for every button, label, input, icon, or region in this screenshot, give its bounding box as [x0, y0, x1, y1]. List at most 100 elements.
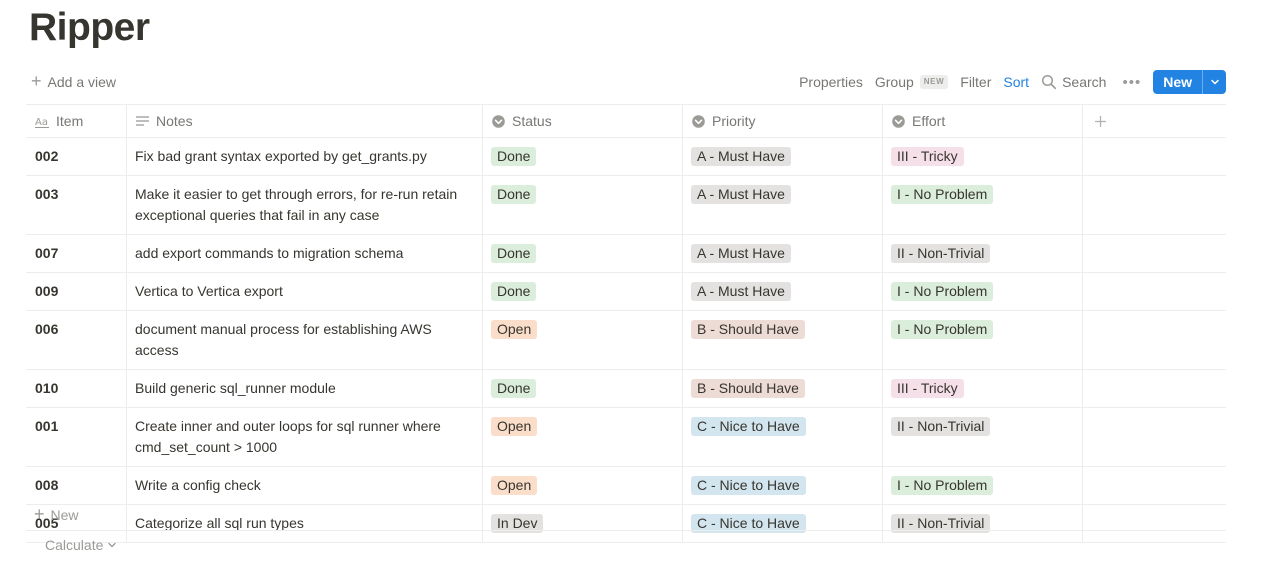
- table-row[interactable]: 001 Create inner and outer loops for sql …: [26, 408, 1226, 467]
- empty-cell: [1083, 370, 1226, 407]
- new-dropdown-button[interactable]: [1202, 70, 1226, 94]
- table-row[interactable]: 002 Fix bad grant syntax exported by get_…: [26, 138, 1226, 176]
- add-row-label: New: [50, 506, 79, 523]
- priority-tag: A - Must Have: [691, 185, 791, 204]
- column-header-label: Notes: [156, 112, 193, 129]
- effort-tag: III - Tricky: [891, 147, 964, 166]
- priority-cell[interactable]: B - Should Have: [683, 311, 883, 369]
- priority-tag: A - Must Have: [691, 282, 791, 301]
- effort-tag: I - No Problem: [891, 282, 994, 301]
- effort-tag: III - Tricky: [891, 379, 964, 398]
- status-tag: Done: [491, 244, 537, 263]
- item-text: 006: [35, 321, 59, 337]
- priority-cell[interactable]: C - Nice to Have: [683, 408, 883, 466]
- sort-button[interactable]: Sort: [997, 68, 1035, 96]
- properties-button[interactable]: Properties: [793, 68, 869, 96]
- effort-cell[interactable]: III - Tricky: [883, 370, 1083, 407]
- group-label: Group: [874, 74, 914, 90]
- notes-cell[interactable]: add export commands to migration schema: [127, 235, 483, 272]
- effort-cell[interactable]: I - No Problem: [883, 311, 1083, 369]
- status-tag: Done: [491, 185, 537, 204]
- status-cell[interactable]: Done: [483, 138, 683, 175]
- notes-text: document manual process for establishing…: [135, 321, 432, 358]
- add-view-button[interactable]: + Add a view: [26, 68, 122, 96]
- priority-cell[interactable]: B - Should Have: [683, 370, 883, 407]
- table-header: Aa Item Notes Status Priority Effort: [26, 104, 1226, 138]
- status-cell[interactable]: Done: [483, 370, 683, 407]
- filter-button[interactable]: Filter: [954, 68, 997, 96]
- new-badge: NEW: [919, 75, 949, 89]
- group-button[interactable]: Group NEW: [869, 68, 954, 96]
- effort-cell[interactable]: II - Non-Trivial: [883, 408, 1083, 466]
- status-cell[interactable]: Open: [483, 408, 683, 466]
- notes-text: Build generic sql_runner module: [135, 380, 336, 396]
- search-button[interactable]: Search: [1035, 68, 1112, 96]
- status-tag: Open: [491, 320, 538, 339]
- notes-cell[interactable]: Make it easier to get through errors, fo…: [127, 176, 483, 234]
- table-row[interactable]: 006 document manual process for establish…: [26, 311, 1226, 370]
- item-cell[interactable]: 001: [26, 408, 127, 466]
- table-row[interactable]: 009 Vertica to Vertica export Done A - Must…: [26, 273, 1226, 311]
- effort-tag: I - No Problem: [891, 185, 994, 204]
- notes-text: Vertica to Vertica export: [135, 283, 283, 299]
- notes-text: Write a config check: [135, 477, 261, 493]
- priority-tag: C - Nice to Have: [691, 476, 806, 495]
- table-row[interactable]: 003 Make it easier to get through errors,…: [26, 176, 1226, 235]
- notes-cell[interactable]: Build generic sql_runner module: [127, 370, 483, 407]
- column-header-label: Status: [512, 112, 552, 129]
- select-chevron-icon: [692, 114, 705, 128]
- status-tag: Done: [491, 379, 537, 398]
- effort-cell[interactable]: I - No Problem: [883, 176, 1083, 234]
- empty-cell: [1083, 176, 1226, 234]
- item-cell[interactable]: 002: [26, 138, 127, 175]
- column-header-status[interactable]: Status: [483, 105, 683, 137]
- priority-cell[interactable]: A - Must Have: [683, 176, 883, 234]
- effort-cell[interactable]: I - No Problem: [883, 273, 1083, 310]
- calculate-button[interactable]: Calculate: [45, 537, 117, 553]
- item-cell[interactable]: 003: [26, 176, 127, 234]
- item-cell[interactable]: 010: [26, 370, 127, 407]
- status-cell[interactable]: Done: [483, 273, 683, 310]
- add-column-button[interactable]: [1083, 105, 1226, 137]
- new-button[interactable]: New: [1153, 70, 1202, 94]
- priority-cell[interactable]: A - Must Have: [683, 138, 883, 175]
- item-cell[interactable]: 006: [26, 311, 127, 369]
- item-cell[interactable]: 009: [26, 273, 127, 310]
- notes-cell[interactable]: document manual process for establishing…: [127, 311, 483, 369]
- effort-cell[interactable]: II - Non-Trivial: [883, 235, 1083, 272]
- table-row[interactable]: 010 Build generic sql_runner module Done B …: [26, 370, 1226, 408]
- priority-tag: C - Nice to Have: [691, 417, 806, 436]
- more-dots-icon[interactable]: •••: [1112, 68, 1149, 96]
- empty-cell: [1083, 138, 1226, 175]
- effort-tag: II - Non-Trivial: [891, 244, 991, 263]
- column-header-notes[interactable]: Notes: [127, 105, 483, 137]
- status-cell[interactable]: Open: [483, 311, 683, 369]
- priority-cell[interactable]: A - Must Have: [683, 273, 883, 310]
- status-tag: Open: [491, 476, 538, 495]
- status-cell[interactable]: Done: [483, 235, 683, 272]
- notes-cell[interactable]: Create inner and outer loops for sql run…: [127, 408, 483, 466]
- page-title[interactable]: Ripper: [29, 4, 150, 52]
- priority-cell[interactable]: A - Must Have: [683, 235, 883, 272]
- status-cell[interactable]: Done: [483, 176, 683, 234]
- effort-cell[interactable]: III - Tricky: [883, 138, 1083, 175]
- empty-cell: [1083, 273, 1226, 310]
- column-header-item[interactable]: Aa Item: [26, 105, 127, 137]
- column-header-effort[interactable]: Effort: [883, 105, 1083, 137]
- chevron-down-icon: [1210, 79, 1219, 85]
- item-text: 002: [35, 148, 59, 164]
- priority-tag: B - Should Have: [691, 379, 805, 398]
- add-row-button[interactable]: + New: [26, 499, 1226, 531]
- item-cell[interactable]: 007: [26, 235, 127, 272]
- database-table: Aa Item Notes Status Priority Effort 002…: [26, 104, 1226, 543]
- item-text: 008: [35, 477, 59, 493]
- add-view-label: Add a view: [47, 74, 116, 90]
- table-row[interactable]: 007 add export commands to migration sche…: [26, 235, 1226, 273]
- empty-cell: [1083, 235, 1226, 272]
- notes-cell[interactable]: Vertica to Vertica export: [127, 273, 483, 310]
- notes-cell[interactable]: Fix bad grant syntax exported by get_gra…: [127, 138, 483, 175]
- notes-text: Create inner and outer loops for sql run…: [135, 418, 441, 455]
- column-header-priority[interactable]: Priority: [683, 105, 883, 137]
- status-tag: Open: [491, 417, 538, 436]
- calculate-label: Calculate: [45, 537, 104, 553]
